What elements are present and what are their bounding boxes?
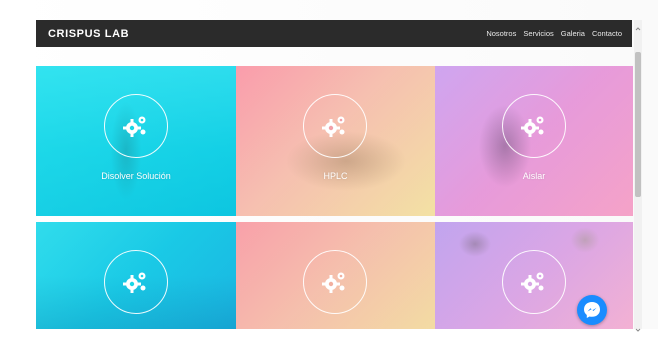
service-tile-5[interactable]	[236, 222, 435, 329]
gears-icon	[322, 272, 345, 293]
messenger-icon	[584, 302, 600, 318]
gears-icon	[322, 116, 345, 137]
arrow-up-icon	[635, 27, 641, 31]
gears-icon	[521, 116, 544, 137]
tile-label: Disolver Solución	[101, 171, 171, 181]
tile-label: HPLC	[323, 171, 348, 181]
service-tile-hplc[interactable]: HPLC	[236, 66, 435, 216]
nav-link-nosotros[interactable]: Nosotros	[486, 29, 516, 38]
scroll-thumb[interactable]	[635, 52, 641, 197]
scroll-up-arrow[interactable]	[634, 20, 642, 31]
gears-icon	[521, 272, 544, 293]
service-tile-4[interactable]	[36, 222, 236, 329]
messenger-chat-button[interactable]	[577, 295, 607, 325]
service-tile-aislar[interactable]: Aislar	[435, 66, 633, 216]
nav-links: Nosotros Servicios Galeria Contacto	[486, 29, 622, 38]
navbar: CRISPUS LAB Nosotros Servicios Galeria C…	[36, 20, 632, 47]
arrow-down-icon	[635, 328, 641, 332]
nav-link-galeria[interactable]: Galeria	[561, 29, 585, 38]
gears-icon	[123, 116, 146, 137]
tile-label: Aislar	[522, 171, 546, 181]
gears-icon	[123, 272, 146, 293]
scroll-down-arrow[interactable]	[634, 321, 642, 332]
vertical-scrollbar[interactable]	[634, 20, 642, 332]
services-grid: Disolver Solución HPLC Aislar	[36, 66, 633, 329]
nav-link-servicios[interactable]: Servicios	[523, 29, 553, 38]
brand-logo[interactable]: CRISPUS LAB	[48, 28, 129, 40]
service-tile-disolver[interactable]: Disolver Solución	[36, 66, 236, 216]
nav-link-contacto[interactable]: Contacto	[592, 29, 622, 38]
